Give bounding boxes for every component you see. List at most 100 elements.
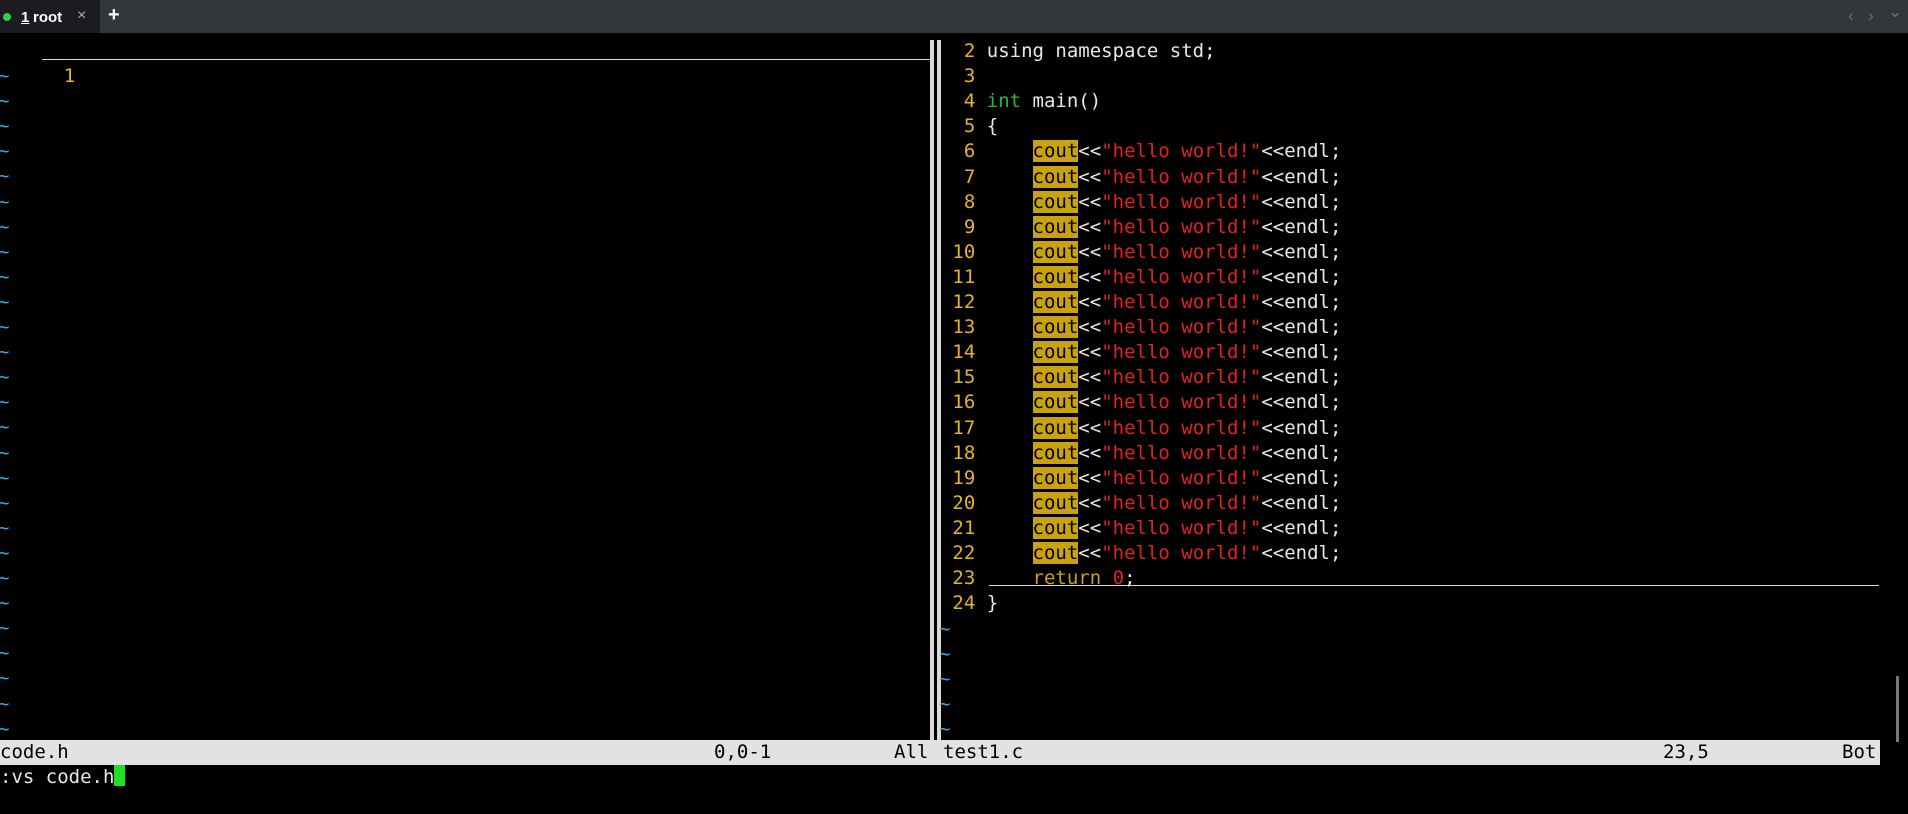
string-literal: "hello world!" [1101,341,1262,364]
code-line: 19 cout<<"hello world!"<<endl; [941,466,1341,491]
statement-tail: <<endl; [1261,316,1342,339]
code-text: using namespace std; [986,40,1216,62]
line-number: 4 [963,90,976,113]
code-line: 20 cout<<"hello world!"<<endl; [941,491,1341,516]
empty-line-tilde: ~ [0,115,10,138]
operator: << [1078,491,1102,514]
keyword-cout: cout [1032,491,1079,514]
empty-line-tilde: ~ [939,643,951,666]
string-literal: "hello world!" [1101,516,1262,539]
empty-line-tilde: ~ [0,541,10,564]
statement-tail: <<endl; [1261,291,1342,313]
line-number: 6 [963,140,976,163]
empty-line-tilde: ~ [0,265,10,288]
operator: << [1078,416,1102,439]
statement-tail: <<endl; [1261,516,1342,539]
string-literal: "hello world!" [1101,240,1262,263]
empty-line-tilde: ~ [0,441,10,464]
string-literal: "hello world!" [1101,441,1262,464]
line-number: 22 [952,542,976,564]
empty-line-tilde: ~ [0,692,10,715]
statement-tail: <<endl; [1261,165,1342,188]
line-number: 23 [952,567,976,590]
right-file-name: test1.c [943,741,1024,763]
tab-bar: 1 root × + ‹ › ⌄ [0,0,1908,33]
right-cursor-position: 23,5 [1663,741,1709,763]
empty-line-tilde: ~ [939,668,951,691]
operator: << [1078,240,1102,263]
code-line: 8 cout<<"hello world!"<<endl; [941,190,1341,215]
empty-line-tilde: ~ [0,617,10,640]
statement-tail: <<endl; [1261,416,1342,439]
left-scroll-indicator: All [894,741,929,763]
keyword-cout: cout [1032,291,1079,313]
keyword-cout: cout [1032,441,1079,464]
editor-pane-right[interactable]: 2 using namespace std; 3 4 int main() 5 {6… [939,33,1881,740]
string-literal: "hello world!" [1101,190,1262,213]
statement-tail: <<endl; [1261,341,1342,364]
code-line: 10 cout<<"hello world!"<<endl; [941,240,1341,265]
string-literal: "hello world!" [1101,265,1262,288]
statement-tail: <<endl; [1261,491,1342,514]
line-number: 2 [963,40,976,62]
keyword-cout: cout [1032,341,1079,364]
string-literal: "hello world!" [1101,466,1262,489]
string-literal: "hello world!" [1101,366,1262,389]
operator: << [1078,516,1102,539]
empty-line-tilde: ~ [0,190,10,213]
line-number: 10 [952,240,976,263]
line-number: 3 [963,65,976,88]
operator: << [1078,190,1102,213]
code-text: { [986,115,999,138]
right-scroll-indicator: Bot [1842,741,1877,763]
statement-tail: <<endl; [1261,190,1342,213]
keyword-cout: cout [1032,215,1079,238]
statement-tail: <<endl; [1261,265,1342,288]
line-number: 9 [963,215,976,238]
operator: << [1078,366,1102,389]
code-line: 15 cout<<"hello world!"<<endl; [941,365,1341,390]
keyword-cout: cout [1032,542,1079,564]
empty-line-tilde: ~ [939,618,951,640]
operator: << [1078,165,1102,188]
chevron-down-icon[interactable]: ⌄ [1888,2,1902,22]
tab-root[interactable]: 1 root × [0,0,100,33]
operator: << [1078,265,1102,288]
empty-line-tilde: ~ [0,466,10,489]
keyword-type: int [986,90,1022,113]
empty-line-tilde: ~ [0,642,10,665]
code-line: 5 { [941,114,998,139]
code-line: 18 cout<<"hello world!"<<endl; [941,441,1341,466]
close-icon[interactable]: × [77,7,86,25]
command-line[interactable]: :vs code.h [0,765,126,790]
line-number: 19 [952,466,976,489]
chevron-right-icon[interactable]: › [1868,6,1874,26]
keyword-cout: cout [1032,391,1079,414]
empty-line-tilde: ~ [0,391,10,414]
code-line: 13 cout<<"hello world!"<<endl; [941,315,1341,340]
empty-line-tilde: ~ [0,592,10,615]
string-literal: "hello world!" [1101,391,1262,414]
operator: << [1078,542,1102,564]
line-number: 14 [952,341,976,364]
chevron-left-icon[interactable]: ‹ [1848,6,1854,26]
keyword-cout: cout [1032,366,1079,389]
add-tab-button[interactable]: + [108,4,120,27]
code-line: 2 using namespace std; [941,39,1216,64]
empty-line-tilde: ~ [0,516,10,539]
empty-line-tilde: ~ [0,667,10,690]
editor-pane-left[interactable]: 1 ~ ~ ~ ~ ~ ~ ~ ~ ~ ~ ~ ~ ~ ~ ~ ~ ~ ~ ~ ~ ~ ~ ~ ~ ~ ~ ~ [0,33,930,740]
keyword-cout: cout [1032,516,1079,539]
line-number: 11 [952,265,976,288]
text-cursor [114,765,126,786]
operator: << [1078,316,1102,339]
string-literal: "hello world!" [1101,491,1262,514]
command-text: :vs code.h [0,766,115,788]
code-line: 3 [941,64,987,89]
empty-line-tilde: ~ [0,290,10,313]
empty-line-tilde: ~ [0,341,10,364]
scrollbar[interactable] [1896,676,1899,742]
empty-line-tilde: ~ [0,366,10,389]
statement-tail: <<endl; [1261,441,1342,464]
code-line: 12 cout<<"hello world!"<<endl; [941,290,1341,315]
